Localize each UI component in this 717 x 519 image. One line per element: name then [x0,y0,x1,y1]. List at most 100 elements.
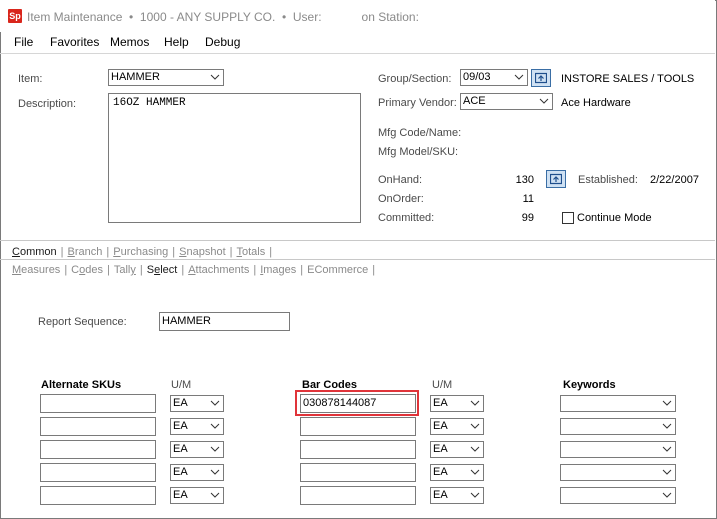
alternate-sku-um-value: EA [173,489,188,501]
bar-code-um-combo[interactable]: EA [430,441,484,458]
tab-totals[interactable]: Totals [237,246,266,258]
committed-value: 99 [521,212,534,224]
alternate-sku-um-value: EA [173,443,188,455]
bar-code-um-value: EA [433,420,448,432]
report-sequence-value: HAMMER [162,315,211,327]
bar-code-um-value: EA [433,466,448,478]
tab-attachments[interactable]: Attachments [188,264,249,276]
chevron-down-icon [210,469,220,475]
description-label: Description: [18,98,77,110]
continue-mode-checkbox[interactable] [562,212,574,224]
tab-select[interactable]: Select [147,264,178,276]
bar-code-um-combo[interactable]: EA [430,464,484,481]
title-bar: Sp Item Maintenance • 1000 - ANY SUPPLY … [0,0,715,32]
alternate-skus-header: Alternate SKUs [41,379,122,391]
keyword-combo[interactable] [560,441,676,458]
lookup-icon [535,72,547,84]
chevron-down-icon [210,400,220,406]
keyword-combo[interactable] [560,487,676,504]
established-value: 2/22/2007 [650,174,699,186]
tab-codes[interactable]: Codes [71,264,103,276]
alternate-sku-input[interactable] [40,417,156,436]
alternate-sku-um-combo[interactable]: EA [170,418,224,435]
tab-measures[interactable]: Measures [12,264,60,276]
report-sequence-label: Report Sequence: [38,316,127,328]
primary-tabs: Common | Branch | Purchasing | Snapshot | Totals… [12,246,273,258]
group-section-combo[interactable]: 09/03 [460,69,528,86]
app-logo-icon: Sp [8,9,22,23]
menu-memos[interactable]: Memos [110,35,149,49]
group-section-value: 09/03 [463,71,491,83]
bar-code-um-value: EA [433,489,448,501]
tab-snapshot[interactable]: Snapshot [179,246,226,258]
keyword-combo[interactable] [560,418,676,435]
chevron-down-icon [662,446,672,452]
onhand-detail-button[interactable] [546,170,566,188]
tabs-divider [0,240,715,241]
alternate-sku-input[interactable] [40,440,156,459]
bar-code-um-combo[interactable]: EA [430,418,484,435]
alternate-sku-um-combo[interactable]: EA [170,487,224,504]
alternate-sku-input[interactable] [40,486,156,505]
item-value: HAMMER [111,71,160,83]
bar-code-input[interactable] [300,440,416,459]
chevron-down-icon [662,423,672,429]
onorder-value: 11 [522,193,534,205]
menu-help[interactable]: Help [164,35,189,49]
chevron-down-icon [210,74,220,80]
bar-code-um-value: EA [433,397,448,409]
menu-debug[interactable]: Debug [205,35,240,49]
onhand-label: OnHand: [378,174,423,186]
chevron-down-icon [539,98,549,104]
primary-vendor-value: ACE [463,95,486,107]
tab-branch[interactable]: Branch [68,246,103,258]
description-textarea[interactable]: 16OZ HAMMER [108,93,361,223]
bar-code-input[interactable] [300,417,416,436]
primary-vendor-name: Ace Hardware [561,97,631,109]
alternate-sku-um-value: EA [173,397,188,409]
tab-images[interactable]: Images [260,264,296,276]
item-label: Item: [18,73,43,85]
alternate-sku-um-combo[interactable]: EA [170,464,224,481]
menu-divider [0,53,715,54]
tab-common[interactable]: Common [12,246,57,258]
menu-favorites[interactable]: Favorites [50,35,99,49]
primary-vendor-label: Primary Vendor: [378,97,457,109]
alternate-sku-input[interactable] [40,463,156,482]
bar-code-um-combo[interactable]: EA [430,395,484,412]
continue-mode-label: Continue Mode [577,212,652,224]
alternate-sku-um-value: EA [173,466,188,478]
committed-label: Committed: [378,212,435,224]
chevron-down-icon [210,446,220,452]
mfg-code-label: Mfg Code/Name: [378,127,462,139]
chevron-down-icon [662,469,672,475]
group-section-description: INSTORE SALES / TOOLS [561,73,695,85]
chevron-down-icon [210,423,220,429]
chevron-down-icon [470,423,480,429]
tab-tally[interactable]: Tally [114,264,136,276]
tab-ecommerce[interactable]: ECommerce [307,264,368,276]
bar-code-input[interactable] [300,486,416,505]
report-sequence-input[interactable]: HAMMER [159,312,290,331]
bar-code-um-value: EA [433,443,448,455]
tab-purchasing[interactable]: Purchasing [113,246,168,258]
chevron-down-icon [662,492,672,498]
keyword-combo[interactable] [560,464,676,481]
item-combo[interactable]: HAMMER [108,69,224,86]
group-lookup-button[interactable] [531,69,551,87]
group-section-label: Group/Section: [378,73,452,85]
alternate-sku-um-combo[interactable]: EA [170,395,224,412]
keyword-combo[interactable] [560,395,676,412]
primary-vendor-combo[interactable]: ACE [460,93,553,110]
chevron-down-icon [210,492,220,498]
alt-um-header: U/M [171,379,192,391]
keywords-header: Keywords [563,379,616,391]
window-title: Item Maintenance • 1000 - ANY SUPPLY CO.… [27,10,419,24]
chevron-down-icon [470,446,480,452]
bar-code-um-combo[interactable]: EA [430,487,484,504]
menu-file[interactable]: File [14,35,33,49]
bar-code-input[interactable] [300,463,416,482]
alternate-sku-um-combo[interactable]: EA [170,441,224,458]
alternate-sku-input[interactable] [40,394,156,413]
chevron-down-icon [470,492,480,498]
